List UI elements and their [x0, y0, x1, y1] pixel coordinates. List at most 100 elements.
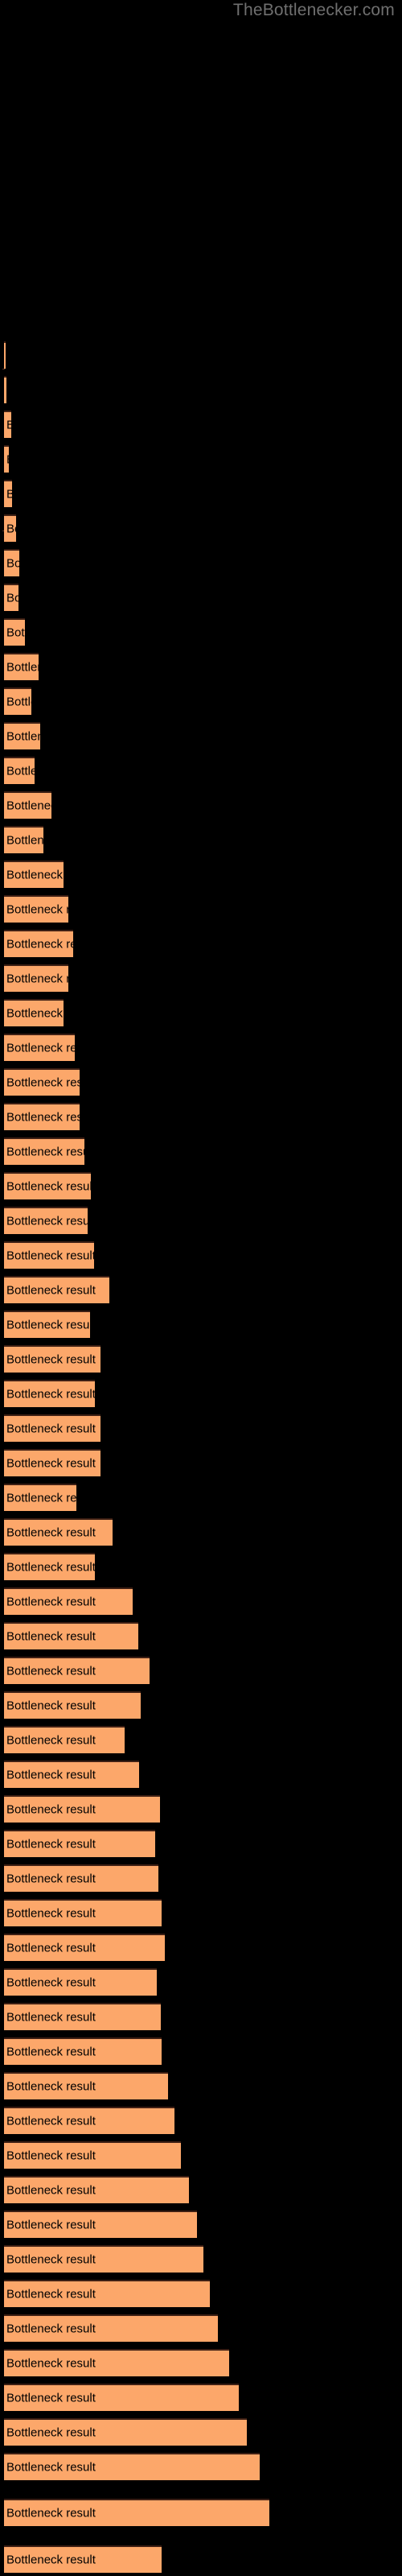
- bar[interactable]: Bottleneck result: [4, 1484, 76, 1511]
- bar[interactable]: Bottleneck result: [4, 2453, 260, 2480]
- bar[interactable]: Bottleneck result: [4, 549, 19, 576]
- bar[interactable]: Bottleneck result: [4, 757, 35, 784]
- bar-label: Bottleneck result: [6, 1699, 96, 1713]
- bar-label: Bottleneck result: [6, 1145, 84, 1159]
- bar[interactable]: Bottleneck result: [4, 1761, 139, 1788]
- bar-label: Bottleneck result: [6, 1664, 96, 1678]
- bar[interactable]: Bottleneck result: [4, 2072, 168, 2099]
- bar-label: Bottleneck result: [6, 2391, 96, 2405]
- bar[interactable]: Bottleneck result: [4, 1345, 100, 1373]
- bar-label: Bottleneck result: [6, 1075, 80, 1090]
- bar-label: Bottleneck result: [6, 2425, 96, 2440]
- bar[interactable]: Bottleneck result: [4, 2499, 269, 2526]
- bar[interactable]: Bottleneck result: [4, 1207, 88, 1234]
- bar-label: Bottleneck result: [6, 1214, 88, 1228]
- bar[interactable]: Bottleneck result: [4, 861, 64, 888]
- bar[interactable]: Bottleneck result: [4, 341, 6, 369]
- bar[interactable]: Bottleneck result: [4, 1899, 162, 1926]
- bar[interactable]: Bottleneck result: [4, 1241, 94, 1269]
- bar[interactable]: Bottleneck result: [4, 445, 9, 473]
- bar[interactable]: Bottleneck result: [4, 999, 64, 1026]
- bar[interactable]: Bottleneck result: [4, 791, 51, 819]
- bar-label: Bottleneck result: [6, 2252, 96, 2267]
- bar-label: Bottleneck result: [6, 2287, 96, 2301]
- bar[interactable]: Bottleneck result: [4, 376, 6, 403]
- bar[interactable]: Bottleneck result: [4, 895, 68, 923]
- bar[interactable]: Bottleneck result: [4, 1622, 138, 1649]
- bar[interactable]: Bottleneck result: [4, 826, 43, 853]
- bar[interactable]: Bottleneck result: [4, 2107, 174, 2134]
- bar[interactable]: Bottleneck result: [4, 1795, 160, 1823]
- bar-label: Bottleneck result: [6, 764, 35, 778]
- page-root: TheBottlenecker.com Bottleneck resultBot…: [0, 0, 402, 2576]
- bar[interactable]: Bottleneck result: [4, 1864, 158, 1892]
- bar-label: Bottleneck result: [6, 2322, 96, 2336]
- bar[interactable]: Bottleneck result: [4, 1657, 150, 1684]
- bar[interactable]: Bottleneck result: [4, 2384, 239, 2411]
- bar-label: Bottleneck result: [6, 1456, 96, 1471]
- bar[interactable]: Bottleneck result: [4, 1103, 80, 1130]
- bar[interactable]: Bottleneck result: [4, 1968, 157, 1996]
- bar[interactable]: Bottleneck result: [4, 964, 68, 992]
- bar-label: Bottleneck result: [6, 1318, 90, 1332]
- bar[interactable]: Bottleneck result: [4, 1587, 133, 1615]
- bar[interactable]: Bottleneck result: [4, 2003, 161, 2030]
- bar[interactable]: Bottleneck result: [4, 514, 16, 542]
- bar[interactable]: Bottleneck result: [4, 1414, 100, 1442]
- bar-label: Bottleneck result: [6, 1422, 96, 1436]
- bar[interactable]: Bottleneck result: [4, 1311, 90, 1338]
- bar-label: Bottleneck result: [6, 1872, 96, 1886]
- bar[interactable]: Bottleneck result: [4, 1068, 80, 1096]
- bar[interactable]: Bottleneck result: [4, 1726, 125, 1753]
- bar-label: Bottleneck result: [6, 2553, 96, 2567]
- bar-label: Bottleneck result: [6, 660, 39, 675]
- bar-label: Bottleneck result: [6, 2045, 96, 2059]
- bar-label: Bottleneck result: [6, 453, 9, 467]
- bar[interactable]: Bottleneck result: [4, 722, 40, 749]
- bar[interactable]: Bottleneck result: [4, 1172, 91, 1199]
- bar[interactable]: Bottleneck result: [4, 930, 73, 957]
- bar[interactable]: Bottleneck result: [4, 1276, 109, 1303]
- bar-label: Bottleneck result: [6, 868, 64, 882]
- bar[interactable]: Bottleneck result: [4, 1691, 141, 1719]
- bar[interactable]: Bottleneck result: [4, 411, 11, 438]
- bar-label: Bottleneck result: [6, 799, 51, 813]
- bar-label: Bottleneck result: [6, 1629, 96, 1644]
- bar[interactable]: Bottleneck result: [4, 2418, 247, 2446]
- bar-label: Bottleneck result: [6, 2506, 96, 2520]
- bar[interactable]: Bottleneck result: [4, 1034, 75, 1061]
- bar[interactable]: Bottleneck result: [4, 2314, 218, 2342]
- bar[interactable]: Bottleneck result: [4, 2280, 210, 2307]
- bar-label: Bottleneck result: [6, 1560, 95, 1575]
- bar[interactable]: Bottleneck result: [4, 1934, 165, 1961]
- bar[interactable]: Bottleneck result: [4, 1449, 100, 1476]
- bar[interactable]: Bottleneck result: [4, 2141, 181, 2169]
- bar[interactable]: Bottleneck result: [4, 687, 31, 715]
- bar-label: Bottleneck result: [6, 2149, 96, 2163]
- bar-label: Bottleneck result: [6, 2079, 96, 2094]
- bar[interactable]: Bottleneck result: [4, 653, 39, 680]
- bar[interactable]: Bottleneck result: [4, 480, 12, 507]
- bar-label: Bottleneck result: [6, 1006, 64, 1021]
- bar-label: Bottleneck result: [6, 419, 11, 432]
- bar[interactable]: Bottleneck result: [4, 1830, 155, 1857]
- bar-label: Bottleneck result: [6, 729, 40, 744]
- bar-label: Bottleneck result: [6, 1491, 76, 1505]
- bar[interactable]: Bottleneck result: [4, 1137, 84, 1165]
- bar[interactable]: Bottleneck result: [4, 2545, 162, 2573]
- bar[interactable]: Bottleneck result: [4, 2349, 229, 2376]
- bar[interactable]: Bottleneck result: [4, 584, 18, 611]
- bar[interactable]: Bottleneck result: [4, 618, 25, 646]
- bar[interactable]: Bottleneck result: [4, 1380, 95, 1407]
- bar[interactable]: Bottleneck result: [4, 1518, 113, 1546]
- bar[interactable]: Bottleneck result: [4, 2211, 197, 2238]
- bar[interactable]: Bottleneck result: [4, 1553, 95, 1580]
- bar[interactable]: Bottleneck result: [4, 2245, 203, 2273]
- bar-label: Bottleneck result: [6, 1525, 96, 1540]
- bar-label: Bottleneck result: [6, 1802, 96, 1817]
- bar[interactable]: Bottleneck result: [4, 2176, 189, 2203]
- bar-label: Bottleneck result: [6, 1387, 95, 1402]
- bar-label: Bottleneck result: [6, 2218, 96, 2232]
- bar[interactable]: Bottleneck result: [4, 2037, 162, 2065]
- bar-label: Bottleneck result: [6, 625, 25, 640]
